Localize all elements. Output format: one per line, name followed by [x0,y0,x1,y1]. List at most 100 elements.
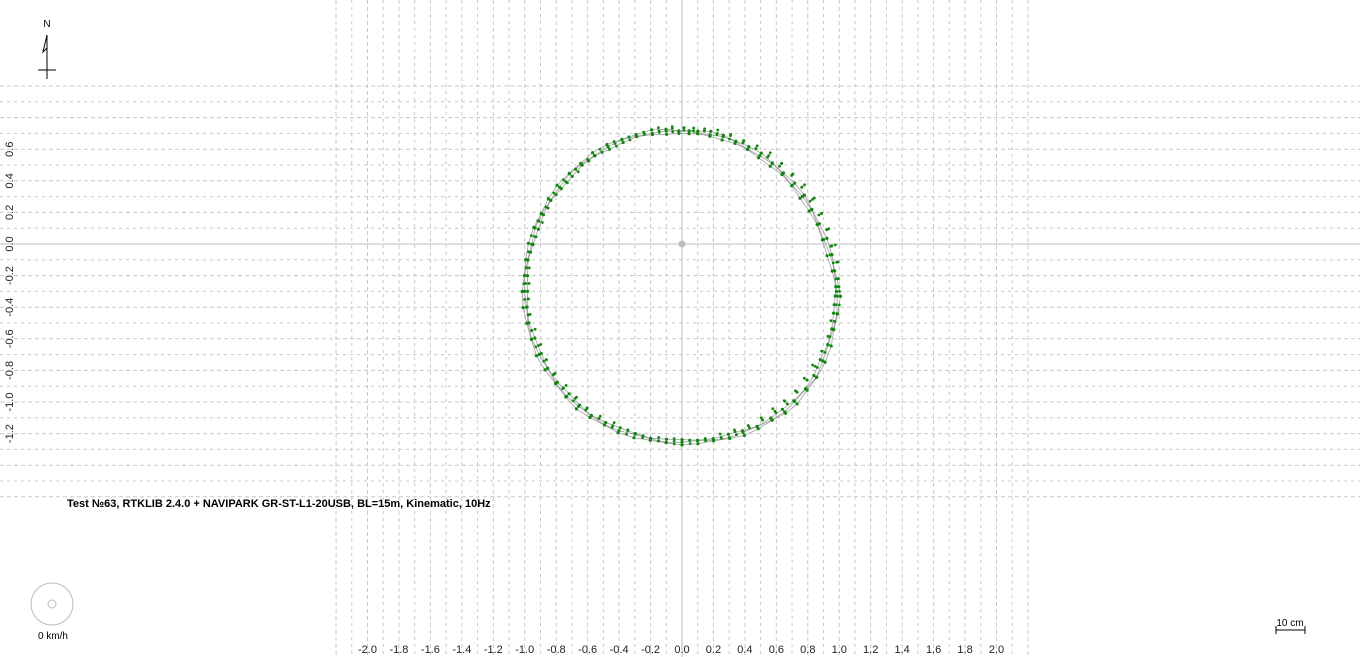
data-point [783,399,787,403]
data-point [830,244,834,248]
data-point [830,253,834,257]
data-point [632,436,636,440]
data-point [835,294,839,298]
data-point [670,125,674,129]
x-tick-label: -0.8 [547,644,566,656]
plot-area[interactable]: -2.0 -1.8 -1.6 -1.4 -1.2 -1.0 -0.8 -0.6 -0.4 -0.2… [0,0,1360,657]
data-point [620,137,624,141]
data-point [544,205,548,209]
data-point [524,266,528,270]
data-point [527,266,531,270]
data-point [598,147,602,151]
x-tick-label: -1.8 [389,644,408,656]
data-point [680,440,684,444]
data-point [803,183,806,187]
data-point [836,260,840,264]
data-point [533,336,537,340]
data-point [822,237,826,242]
data-point [525,321,529,325]
data-point [708,133,712,137]
data-point [665,132,669,136]
data-point [529,337,533,341]
x-tick-label: -1.2 [484,644,503,656]
data-point [815,375,819,379]
data-point [615,144,618,148]
data-point [542,359,546,363]
data-point [657,436,661,439]
data-point [588,415,592,420]
x-tick-label: -0.4 [610,644,629,656]
data-point [520,289,524,294]
data-point [526,313,530,317]
data-point [592,153,597,158]
data-point [768,151,772,155]
data-point [634,132,638,137]
data-point [771,407,775,410]
data-point [735,433,738,437]
data-point [728,137,731,141]
data-point [554,193,558,196]
data-point [800,185,804,189]
data-point [534,345,538,349]
y-tick-label: -1.0 [4,393,16,412]
y-tick-label: -0.2 [4,266,16,285]
data-point [810,207,814,212]
data-point [704,439,707,443]
data-point [837,285,841,289]
x-tick-label: 0.0 [674,644,689,656]
data-point [817,213,821,217]
data-point [574,396,577,400]
data-point [837,277,840,280]
data-point [755,144,759,148]
data-point [642,130,646,134]
data-point [521,306,525,310]
data-point [781,171,786,175]
speed-label: 0 km/h [38,631,68,642]
data-point [627,135,631,139]
data-point [682,126,686,130]
data-point [733,430,737,433]
data-point [672,439,676,443]
data-point [626,429,630,433]
trajectory-plot[interactable]: -2.0 -1.8 -1.6 -1.4 -1.2 -1.0 -0.8 -0.6 -0.4 -0.2… [0,0,1360,657]
data-point [828,335,832,339]
data-point [570,174,574,178]
data-point [525,274,530,278]
x-tick-label: -1.4 [452,644,471,656]
data-point [533,235,537,238]
y-tick-label: -1.2 [4,424,16,443]
data-point [734,139,738,143]
data-point [688,442,692,445]
data-point [650,128,654,132]
data-point [770,418,774,422]
data-point [793,399,797,403]
data-point [586,158,589,161]
data-point [612,140,616,143]
data-point [835,290,839,293]
data-point [664,441,668,445]
data-point [561,178,565,182]
data-point [633,432,637,436]
data-point [530,234,533,238]
x-tick-label: -0.6 [578,644,597,656]
data-point [791,172,795,176]
data-point [612,421,616,425]
data-point [546,197,550,201]
data-point [827,227,831,231]
data-point [664,127,668,131]
data-point [720,436,723,440]
data-point [823,351,827,354]
data-point [770,161,775,165]
data-point [768,164,772,168]
x-tick-label: 0.2 [706,644,721,656]
data-point [657,129,661,133]
data-point [696,442,700,446]
data-point [671,130,675,134]
x-tick-label: 1.6 [926,644,941,656]
data-point [716,128,720,132]
data-point [748,426,751,430]
x-tick-label: -0.2 [641,644,660,656]
data-point [687,129,691,133]
data-point [534,354,539,358]
x-tick-label: 1.8 [957,644,972,656]
